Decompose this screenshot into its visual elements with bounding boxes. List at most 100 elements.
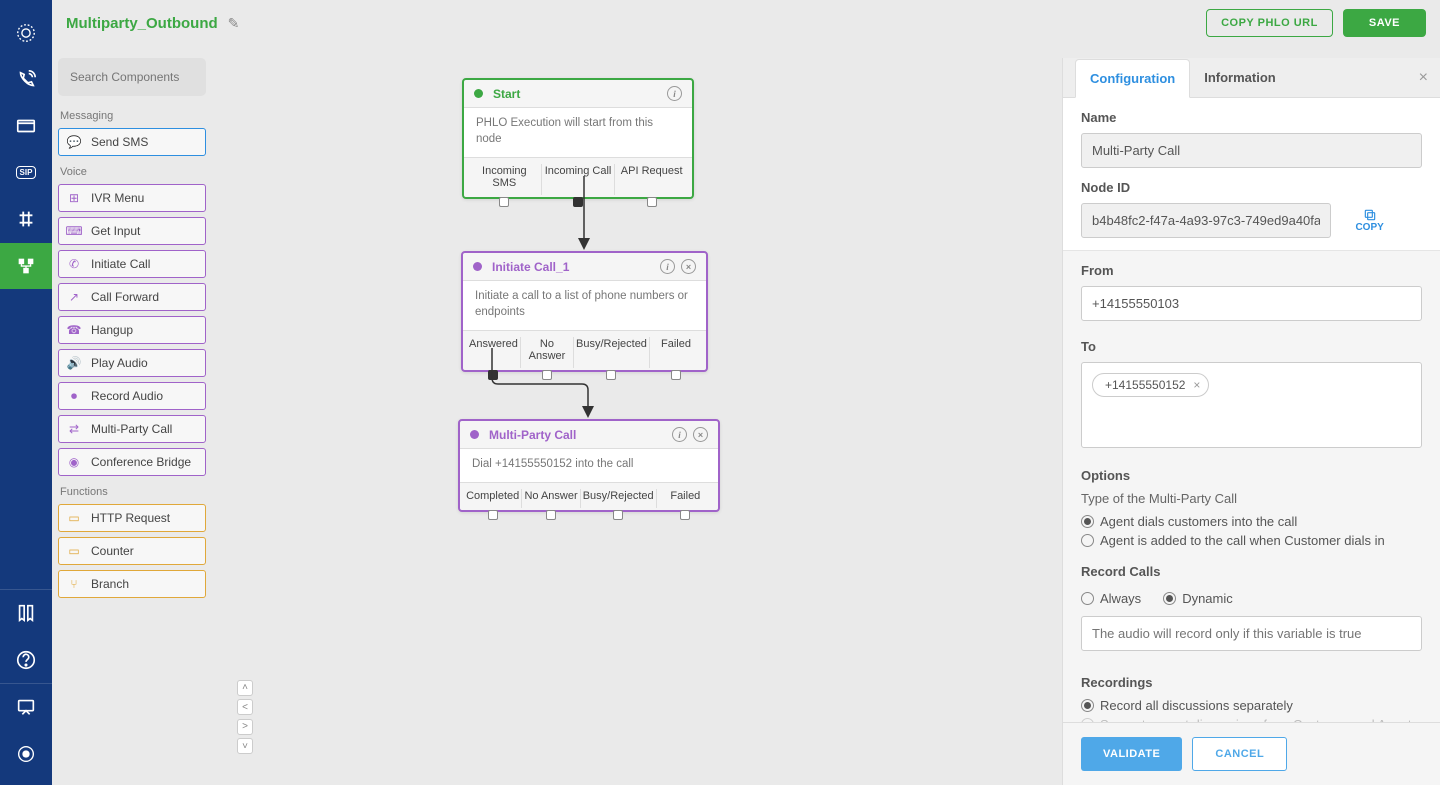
- comp-initiate-call[interactable]: ✆Initiate Call: [58, 250, 206, 278]
- sip-icon[interactable]: SIP: [0, 150, 52, 197]
- copy-phlo-url-button[interactable]: COPY PHLO URL: [1206, 9, 1333, 37]
- recordings-option-1[interactable]: Record all discussions separately: [1081, 698, 1422, 713]
- component-sidebar: Messaging 💬Send SMS Voice ⊞IVR Menu ⌨Get…: [58, 58, 206, 785]
- edit-title-icon[interactable]: ✎: [228, 15, 240, 32]
- record-variable-input[interactable]: [1081, 616, 1422, 651]
- node-start-desc: PHLO Execution will start from this node: [464, 107, 692, 158]
- category-messaging: Messaging: [60, 110, 206, 122]
- record-label: Record Calls: [1081, 564, 1422, 579]
- close-icon[interactable]: ×: [693, 427, 708, 442]
- port-no-answer2[interactable]: [546, 510, 556, 520]
- mpc-icon: ⇄: [67, 422, 81, 436]
- node-mpc-title: Multi-Party Call: [489, 428, 576, 442]
- phone-icon: ✆: [67, 257, 81, 271]
- node-start-title: Start: [493, 87, 520, 101]
- port-incoming-call[interactable]: [573, 197, 583, 207]
- port-busy2[interactable]: [613, 510, 623, 520]
- options-label: Options: [1081, 468, 1422, 483]
- remove-tag-icon[interactable]: ×: [1193, 378, 1200, 392]
- nav-right-button[interactable]: ˃: [237, 719, 253, 735]
- node-mpc-desc: Dial +14155550152 into the call: [460, 448, 718, 483]
- comp-get-input[interactable]: ⌨Get Input: [58, 217, 206, 245]
- comp-hangup[interactable]: ☎Hangup: [58, 316, 206, 344]
- nav-left-button[interactable]: ˂: [237, 699, 253, 715]
- tab-information[interactable]: Information: [1190, 59, 1290, 96]
- comp-ivr-menu[interactable]: ⊞IVR Menu: [58, 184, 206, 212]
- category-functions: Functions: [60, 486, 206, 498]
- messaging-icon[interactable]: [0, 103, 52, 150]
- comp-counter[interactable]: ▭Counter: [58, 537, 206, 565]
- type-option-2[interactable]: Agent is added to the call when Customer…: [1081, 533, 1422, 548]
- save-button[interactable]: SAVE: [1343, 9, 1426, 37]
- comp-http-request[interactable]: ▭HTTP Request: [58, 504, 206, 532]
- type-label: Type of the Multi-Party Call: [1081, 491, 1422, 506]
- name-input[interactable]: [1081, 133, 1422, 168]
- record-icon: ⏺: [67, 389, 81, 403]
- port-completed[interactable]: [488, 510, 498, 520]
- sms-icon: 💬: [67, 135, 81, 149]
- logo-icon[interactable]: [0, 10, 52, 57]
- status-icon[interactable]: [0, 731, 52, 778]
- search-input[interactable]: [70, 70, 194, 84]
- to-tag-area[interactable]: +14155550152×: [1081, 362, 1422, 448]
- nav-up-button[interactable]: ˄: [237, 680, 253, 696]
- port-incoming-sms[interactable]: [499, 197, 509, 207]
- config-panel: Configuration Information × Name Node ID…: [1062, 58, 1440, 785]
- top-bar: Multiparty_Outbound ✎ COPY PHLO URL SAVE: [52, 0, 1440, 46]
- search-box[interactable]: [58, 58, 206, 96]
- node-initiate-call[interactable]: Initiate Call_1 i × Initiate a call to a l…: [461, 251, 708, 372]
- close-panel-icon[interactable]: ×: [1419, 69, 1428, 87]
- type-option-1[interactable]: Agent dials customers into the call: [1081, 514, 1422, 529]
- feedback-icon[interactable]: [0, 684, 52, 731]
- comp-send-sms[interactable]: 💬Send SMS: [58, 128, 206, 156]
- help-icon[interactable]: [0, 637, 52, 684]
- from-input[interactable]: [1081, 286, 1422, 321]
- nav-down-button[interactable]: ˅: [237, 738, 253, 754]
- node-start[interactable]: Start i PHLO Execution will start from th…: [462, 78, 694, 199]
- canvas-nav: ˄ ˂ ˃ ˅: [225, 677, 265, 755]
- comp-record-audio[interactable]: ⏺Record Audio: [58, 382, 206, 410]
- comp-call-forward[interactable]: ↗Call Forward: [58, 283, 206, 311]
- phlo-icon[interactable]: [0, 243, 52, 290]
- comp-branch[interactable]: ⑂Branch: [58, 570, 206, 598]
- copy-nodeid-button[interactable]: COPY: [1355, 208, 1383, 233]
- record-always[interactable]: Always: [1081, 591, 1141, 606]
- ivr-icon: ⊞: [67, 191, 81, 205]
- flow-canvas[interactable]: Start i PHLO Execution will start from th…: [210, 58, 1060, 785]
- tab-configuration[interactable]: Configuration: [1075, 59, 1190, 98]
- port-no-answer[interactable]: [542, 370, 552, 380]
- port-failed2[interactable]: [680, 510, 690, 520]
- close-icon[interactable]: ×: [681, 259, 696, 274]
- speaker-icon: 🔊: [67, 356, 81, 370]
- comp-multi-party-call[interactable]: ⇄Multi-Party Call: [58, 415, 206, 443]
- comp-conference-bridge[interactable]: ◉Conference Bridge: [58, 448, 206, 476]
- comp-play-audio[interactable]: 🔊Play Audio: [58, 349, 206, 377]
- from-label: From: [1081, 263, 1422, 278]
- record-dynamic[interactable]: Dynamic: [1163, 591, 1233, 606]
- voice-icon[interactable]: [0, 57, 52, 104]
- node-multi-party-call[interactable]: Multi-Party Call i × Dial +14155550152 int…: [458, 419, 720, 512]
- to-tag: +14155550152×: [1092, 373, 1209, 397]
- conference-icon: ◉: [67, 455, 81, 469]
- branch-icon: ⑂: [67, 577, 81, 591]
- port-busy[interactable]: [606, 370, 616, 380]
- http-icon: ▭: [67, 511, 81, 525]
- hash-icon[interactable]: [0, 196, 52, 243]
- phlo-title: Multiparty_Outbound: [66, 15, 218, 32]
- info-icon[interactable]: i: [672, 427, 687, 442]
- hangup-icon: ☎: [67, 323, 81, 337]
- port-failed[interactable]: [671, 370, 681, 380]
- docs-icon[interactable]: [0, 590, 52, 637]
- port-api-request[interactable]: [647, 197, 657, 207]
- recordings-option-2[interactable]: Separate agent discussions from Customer…: [1081, 717, 1422, 722]
- port-answered[interactable]: [488, 370, 498, 380]
- nodeid-input[interactable]: [1081, 203, 1331, 238]
- info-icon[interactable]: i: [667, 86, 682, 101]
- info-icon[interactable]: i: [660, 259, 675, 274]
- node-initiate-title: Initiate Call_1: [492, 260, 569, 274]
- validate-button[interactable]: VALIDATE: [1081, 737, 1182, 771]
- node-initiate-desc: Initiate a call to a list of phone numbe…: [463, 280, 706, 331]
- forward-icon: ↗: [67, 290, 81, 304]
- cancel-button[interactable]: CANCEL: [1192, 737, 1287, 771]
- name-label: Name: [1081, 110, 1422, 125]
